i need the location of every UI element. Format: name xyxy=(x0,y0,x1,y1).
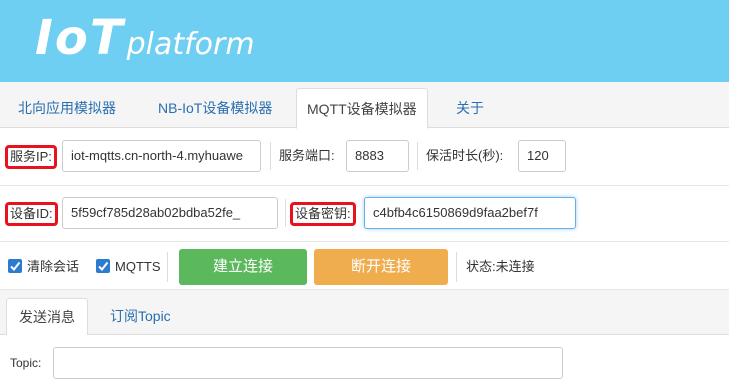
device-id-input[interactable]: 5f59cf785d28ab02bdba52fe_ xyxy=(62,197,278,229)
topic-input[interactable] xyxy=(53,347,563,379)
device-id-label: 设备ID: xyxy=(5,202,58,226)
tab-send-message[interactable]: 发送消息 xyxy=(6,298,88,336)
divider xyxy=(167,252,168,282)
mqtts-label: MQTTS xyxy=(115,259,161,274)
tab-subscribe-topic[interactable]: 订阅Topic xyxy=(98,298,183,335)
server-row: 服务IP: iot-mqtts.cn-north-4.myhuawe 服务端口:… xyxy=(0,128,729,184)
server-ip-label: 服务IP: xyxy=(5,145,57,169)
divider xyxy=(456,252,457,282)
iot-platform-logo: IoTplatform xyxy=(35,10,255,66)
logo-sub-text: platform xyxy=(126,27,255,62)
tab-northbound-simulator[interactable]: 北向应用模拟器 xyxy=(8,88,126,128)
port-input[interactable]: 8883 xyxy=(346,140,409,172)
mqtts-checkbox[interactable] xyxy=(96,259,110,273)
send-message-content: Topic: xyxy=(0,335,729,390)
sub-tabbar: 发送消息 订阅Topic xyxy=(0,290,729,336)
keepalive-label: 保活时长(秒): xyxy=(426,148,504,163)
clean-session-checkbox[interactable] xyxy=(8,259,22,273)
device-secret-input[interactable]: c4bfb4c6150869d9faa2bef7f xyxy=(364,197,576,229)
divider xyxy=(417,142,418,170)
keepalive-input[interactable]: 120 xyxy=(518,140,566,172)
device-secret-label: 设备密钥: xyxy=(290,202,356,226)
divider xyxy=(270,142,271,170)
server-ip-input[interactable]: iot-mqtts.cn-north-4.myhuawe xyxy=(62,140,261,172)
tab-about[interactable]: 关于 xyxy=(446,88,494,128)
logo-main-text: IoT xyxy=(35,10,125,66)
checkmark-icon xyxy=(10,261,21,272)
tab-mqtt-simulator[interactable]: MQTT设备模拟器 xyxy=(296,88,428,129)
options-row: 清除会话 MQTTS 建立连接 断开连接 状态:未连接 xyxy=(0,241,729,289)
tab-nbiot-simulator[interactable]: NB-IoT设备模拟器 xyxy=(148,88,282,128)
disconnect-button[interactable]: 断开连接 xyxy=(314,249,448,285)
main-tabbar: 北向应用模拟器 NB-IoT设备模拟器 MQTT设备模拟器 关于 xyxy=(0,82,729,129)
message-panel: 发送消息 订阅Topic Topic: xyxy=(0,289,729,390)
clean-session-label: 清除会话 xyxy=(27,259,80,274)
topic-label: Topic: xyxy=(10,356,42,370)
connect-button[interactable]: 建立连接 xyxy=(179,249,307,285)
port-label: 服务端口: xyxy=(279,148,335,163)
divider xyxy=(285,199,286,227)
connection-status: 状态:未连接 xyxy=(466,259,535,274)
checkmark-icon xyxy=(98,261,109,272)
device-row: 设备ID: 5f59cf785d28ab02bdba52fe_ 设备密钥: c4… xyxy=(0,185,729,241)
header-banner: IoTplatform xyxy=(0,0,729,82)
